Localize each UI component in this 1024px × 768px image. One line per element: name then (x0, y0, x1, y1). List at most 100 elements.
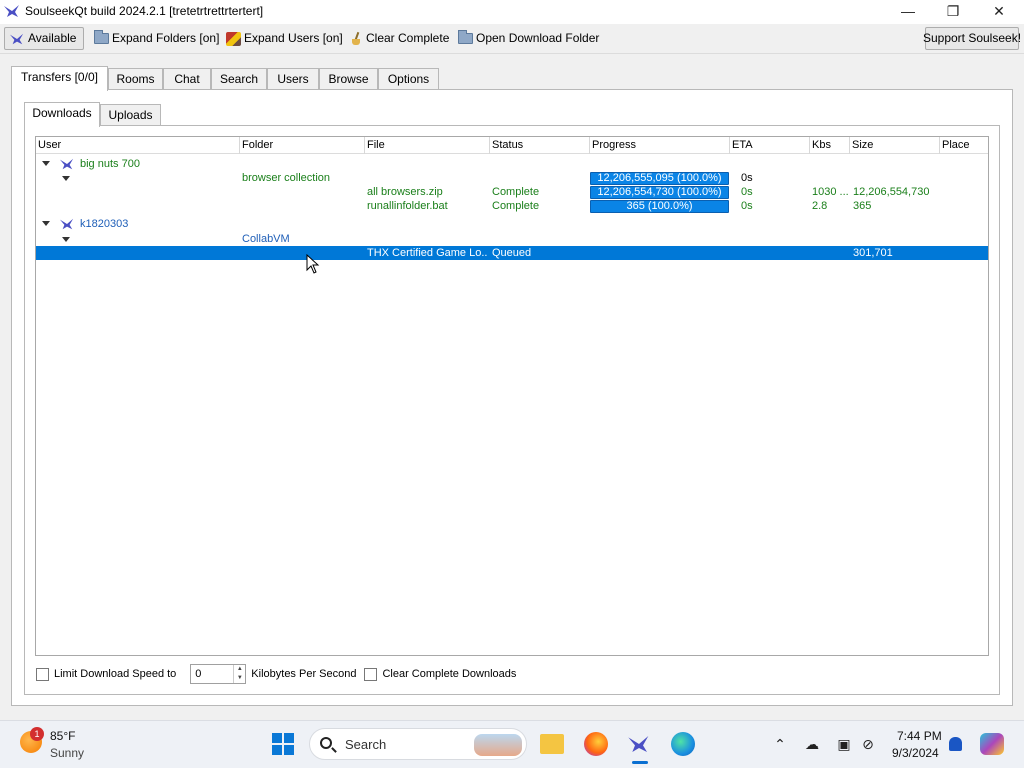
column-size[interactable]: Size (849, 137, 939, 154)
table-row[interactable]: browser collection 12,206,555,095 (100.0… (36, 171, 988, 185)
table-row[interactable]: THX Certified Game Lo... Queued 301,701 (36, 246, 988, 260)
speed-value: 0 (195, 668, 202, 680)
column-file[interactable]: File (364, 137, 489, 154)
title-bar: SoulseekQt build 2024.2.1 [tretetrtrettr… (0, 0, 1024, 24)
weather-condition: Sunny (50, 746, 85, 760)
table-row[interactable]: k1820303 (36, 217, 988, 231)
eta-value: 0s (741, 200, 753, 212)
size-value: 301,701 (853, 247, 893, 259)
progress-text: 365 (100.0%) (626, 200, 693, 212)
tab-rooms[interactable]: Rooms (108, 68, 163, 91)
soulseek-bird-icon (60, 158, 74, 170)
taskbar-search[interactable]: Search (309, 728, 527, 760)
tab-chat[interactable]: Chat (163, 68, 211, 91)
minimize-button[interactable]: — (885, 0, 931, 22)
chevron-down-icon[interactable] (62, 176, 70, 181)
edge-icon[interactable] (671, 732, 695, 756)
folder-name: CollabVM (242, 233, 290, 245)
windows-start-icon[interactable] (272, 733, 294, 755)
file-name: all browsers.zip (367, 186, 443, 198)
tab-browse[interactable]: Browse (319, 68, 378, 91)
network-icon[interactable]: ▣ (836, 736, 852, 752)
table-row[interactable]: big nuts 700 (36, 157, 988, 171)
progress-bar: 365 (100.0%) (590, 200, 729, 213)
eta-value: 0s (741, 172, 753, 184)
status-value: Queued (492, 247, 532, 259)
status-value: Complete (492, 200, 540, 212)
tab-transfers[interactable]: Transfers [0/0] (11, 66, 108, 91)
column-folder[interactable]: Folder (239, 137, 364, 154)
clear-complete-downloads-label: Clear Complete Downloads (382, 668, 517, 680)
size-value: 12,206,554,730 (853, 186, 930, 198)
onedrive-icon[interactable]: ☁ (804, 736, 820, 752)
column-kbs[interactable]: Kbs (809, 137, 849, 154)
soulseek-bird-icon (60, 218, 74, 230)
mouse-cursor-icon (306, 254, 320, 274)
soulseek-bird-icon (10, 33, 24, 44)
clock-date: 9/3/2024 (892, 746, 939, 760)
user-name: big nuts 700 (80, 158, 140, 170)
column-status[interactable]: Status (489, 137, 589, 154)
toolbar: Available Expand Folders [on] Expand Use… (0, 24, 1024, 54)
broom-icon (351, 32, 363, 46)
tab-search[interactable]: Search (211, 68, 267, 91)
tab-users[interactable]: Users (267, 68, 319, 91)
restore-button[interactable]: ❐ (930, 0, 976, 22)
expand-users-label: Expand Users [on] (244, 31, 343, 45)
table-row[interactable]: all browsers.zip Complete 12,206,554,730… (36, 185, 988, 199)
progress-bar: 12,206,554,730 (100.0%) (590, 186, 729, 199)
limit-speed-checkbox[interactable] (36, 667, 49, 681)
support-soulseek-button[interactable]: Support Soulseek! (923, 27, 1021, 50)
soulseek-bird-icon (4, 5, 19, 17)
soulseek-taskbar-icon[interactable] (627, 732, 651, 756)
downloads-table: User Folder File Status Progress ETA Kbs… (35, 136, 989, 656)
column-user[interactable]: User (36, 137, 239, 154)
folder-icon (94, 30, 109, 44)
table-header: User Folder File Status Progress ETA Kbs… (36, 137, 988, 154)
file-explorer-icon[interactable] (540, 734, 564, 754)
progress-text: 12,206,554,730 (100.0%) (597, 186, 722, 198)
expand-users-button[interactable]: Expand Users [on] (222, 27, 347, 50)
notification-bell-icon[interactable] (949, 737, 962, 751)
available-button[interactable]: Available (4, 27, 84, 50)
folder-name: browser collection (242, 172, 331, 184)
window-title: SoulseekQt build 2024.2.1 [tretetrtrettr… (25, 4, 264, 18)
progress-text: 12,206,555,095 (100.0%) (597, 172, 722, 184)
column-progress[interactable]: Progress (589, 137, 729, 154)
user-name: k1820303 (80, 218, 129, 230)
open-download-folder-label: Open Download Folder (476, 31, 600, 45)
open-download-folder-button[interactable]: Open Download Folder (454, 27, 603, 50)
weather-badge: 1 (30, 727, 44, 741)
clear-complete-label: Clear Complete (366, 31, 450, 45)
file-name: THX Certified Game Lo... (367, 247, 487, 259)
search-icon (320, 737, 332, 749)
speed-spinbox[interactable]: 0 ▲ ▼ (190, 664, 247, 684)
chevron-down-icon[interactable] (62, 237, 70, 242)
spin-arrows-icon[interactable]: ▲ ▼ (233, 665, 245, 683)
tab-downloads[interactable]: Downloads (24, 102, 100, 127)
kbs-value: 1030 ... (812, 186, 848, 198)
clear-complete-button[interactable]: Clear Complete (347, 27, 453, 50)
close-button[interactable]: ✕ (976, 0, 1022, 22)
expand-folders-label: Expand Folders [on] (112, 31, 220, 45)
clear-complete-downloads-checkbox[interactable] (364, 667, 378, 681)
tab-options[interactable]: Options (378, 68, 439, 91)
chevron-down-icon[interactable] (42, 221, 50, 226)
limit-speed-row: Limit Download Speed to 0 ▲ ▼ Kilobytes P… (36, 664, 516, 684)
table-row[interactable]: CollabVM (36, 232, 988, 246)
column-place[interactable]: Place (939, 137, 988, 154)
chevron-down-icon[interactable] (42, 161, 50, 166)
chevron-up-icon[interactable]: ⌃ (772, 736, 788, 752)
copilot-icon[interactable] (980, 733, 1004, 755)
limit-speed-label: Limit Download Speed to (54, 668, 177, 680)
volume-muted-icon[interactable]: ⊘ (860, 736, 876, 752)
clock-time: 7:44 PM (897, 729, 942, 743)
table-row[interactable]: runallinfolder.bat Complete 365 (100.0%)… (36, 199, 988, 213)
expand-folders-button[interactable]: Expand Folders [on] (90, 27, 223, 50)
firefox-icon[interactable] (584, 732, 608, 756)
column-eta[interactable]: ETA (729, 137, 809, 154)
tab-uploads[interactable]: Uploads (100, 104, 161, 127)
weather-temp: 85°F (50, 729, 76, 743)
available-label: Available (28, 31, 77, 45)
progress-bar: 12,206,555,095 (100.0%) (590, 172, 729, 185)
